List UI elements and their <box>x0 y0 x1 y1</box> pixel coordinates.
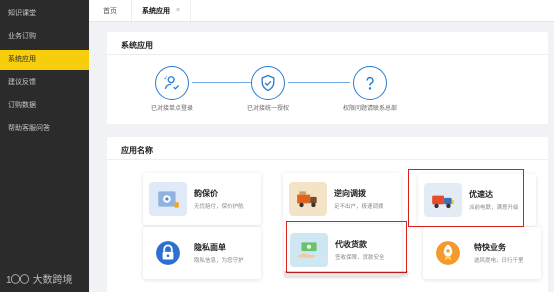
sidebar-item-orders[interactable]: 业务订购 <box>0 27 89 47</box>
panel-title: 系统应用 <box>121 41 153 50</box>
sidebar-item-help[interactable]: 帮助客服问答 <box>0 119 89 139</box>
app-card-privacy-waybill[interactable]: 隐私面单 隐私信息，为您守护 <box>143 227 261 279</box>
app-desc: 选风提电，日行千里 <box>474 258 524 264</box>
app-card-express[interactable]: 优速达 派前电联，满意升级 <box>418 174 536 226</box>
sidebar: 知识课堂 业务订购 系统应用 建议反馈 订购数据 帮助客服问答 1〇〇 大数跨境 <box>0 0 89 292</box>
step-contact: 权限问题请联系总部 <box>315 66 425 112</box>
divider <box>107 159 548 160</box>
step-label: 权限问题请联系总部 <box>342 106 397 112</box>
tab-bar: 首页 系统应用 × <box>89 0 554 22</box>
brand-mark: 1〇〇 <box>6 275 30 286</box>
step-label: 已对接单点登录 <box>150 106 193 112</box>
app-card-express-business[interactable]: 特快业务 选风提电，日行千里 <box>423 227 541 279</box>
cash-hand-icon <box>290 233 328 267</box>
app-title: 韵保价 <box>194 189 218 198</box>
sidebar-item-knowledge[interactable]: 知识课堂 <box>0 4 89 24</box>
app-title: 逆向调拨 <box>334 189 366 198</box>
rocket-icon <box>429 236 467 270</box>
app-card-reverse-allocation[interactable]: 逆向调拨 足不出户，极速调拨 <box>283 173 401 225</box>
app-desc: 签收保障，货款安全 <box>335 255 385 261</box>
lock-icon <box>149 236 187 270</box>
tab-home-label: 首页 <box>103 7 117 15</box>
step-sso: 已对接单点登录 <box>117 66 227 112</box>
tab-system-apps[interactable]: 系统应用 × <box>132 0 192 21</box>
card-shadow <box>284 271 408 279</box>
brand-logo: 1〇〇 大数跨境 <box>6 271 73 286</box>
app-desc: 隐私信息，为您守护 <box>194 258 244 264</box>
user-check-icon <box>155 66 189 100</box>
app-desc: 足不出户，极速调拨 <box>334 204 384 210</box>
app-title: 隐私面单 <box>194 243 226 252</box>
sidebar-item-system-apps[interactable]: 系统应用 <box>0 50 89 70</box>
shield-check-icon <box>251 66 285 100</box>
app-desc: 无忧赔付，保价护航 <box>194 204 244 210</box>
step-auth: 已对接统一授权 <box>213 66 323 112</box>
divider <box>107 54 548 55</box>
app-title: 优速达 <box>469 190 493 199</box>
sidebar-item-feedback[interactable]: 建议反馈 <box>0 73 89 93</box>
panel-title: 应用名称 <box>121 146 153 155</box>
app-title: 特快业务 <box>474 243 506 252</box>
safe-box-icon <box>149 182 187 216</box>
app-title: 代收货款 <box>335 240 367 249</box>
brand-name: 大数跨境 <box>32 275 73 286</box>
question-icon <box>353 66 387 100</box>
sidebar-item-order-data[interactable]: 订购数据 <box>0 96 89 116</box>
system-apps-panel: 系统应用 已对接单点登录 已对接统一授权 权限问题请联系总部 <box>107 32 548 124</box>
app-card-cod[interactable]: 代收货款 签收保障，货款安全 <box>284 224 402 276</box>
close-icon[interactable]: × <box>176 7 180 14</box>
step-label: 已对接统一授权 <box>246 106 289 112</box>
tab-home[interactable]: 首页 <box>89 0 132 21</box>
app-card-insurance[interactable]: 韵保价 无忧赔付，保价护航 <box>143 173 261 225</box>
truck-icon <box>289 182 327 216</box>
app-desc: 派前电联，满意升级 <box>469 205 519 211</box>
tab-system-apps-label: 系统应用 <box>142 7 170 15</box>
delivery-truck-icon <box>424 183 462 217</box>
